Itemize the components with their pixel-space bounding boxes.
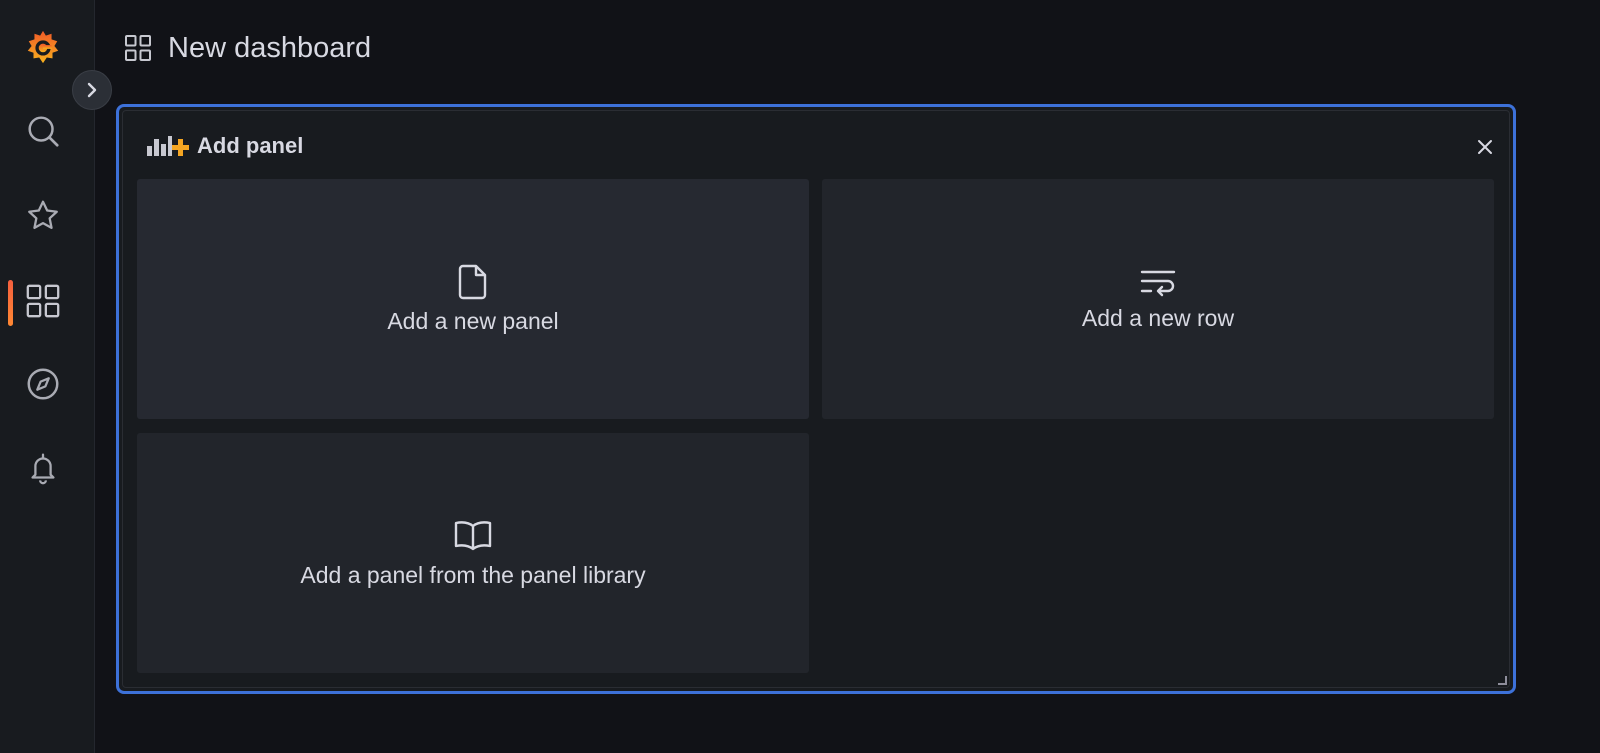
nav-alerting[interactable] <box>18 443 68 493</box>
nav-search[interactable] <box>18 106 68 156</box>
option-label: Add a new row <box>1081 304 1235 331</box>
add-panel-widget: Add panel Add a new panel Add a new row … <box>116 104 1516 694</box>
nav-explore[interactable] <box>18 359 68 409</box>
page-title[interactable]: New dashboard <box>168 32 371 65</box>
add-new-panel-option[interactable]: Add a new panel <box>137 179 809 419</box>
add-panel-title: Add panel <box>197 133 304 158</box>
file-icon <box>458 264 487 299</box>
page-header: New dashboard <box>124 28 371 68</box>
apps-icon <box>125 35 151 61</box>
compass-icon <box>27 368 59 400</box>
star-icon <box>28 200 58 230</box>
expand-nav-button[interactable] <box>72 70 112 110</box>
add-panel-icon <box>147 136 189 156</box>
book-open-icon <box>454 520 492 550</box>
close-button[interactable] <box>1473 135 1497 159</box>
apps-icon <box>26 284 60 318</box>
option-label: Add a panel from the panel library <box>300 561 646 588</box>
nav-active-indicator <box>8 280 13 326</box>
nav-starred[interactable] <box>18 191 68 241</box>
search-icon <box>28 116 59 147</box>
resize-handle-icon[interactable] <box>1497 675 1507 685</box>
grafana-logo[interactable] <box>18 22 68 72</box>
side-nav <box>0 0 95 753</box>
option-label: Add a new panel <box>387 307 559 334</box>
add-new-row-option[interactable]: Add a new row <box>822 179 1494 419</box>
add-from-library-option[interactable]: Add a panel from the panel library <box>137 433 809 673</box>
add-panel-header: Add panel <box>145 133 303 159</box>
wrap-text-icon <box>1140 270 1176 296</box>
grafana-logo-icon <box>27 30 59 64</box>
chevron-right-icon <box>87 82 97 98</box>
bell-icon <box>31 453 55 485</box>
nav-dashboards[interactable] <box>18 276 68 326</box>
close-icon <box>1478 140 1492 154</box>
